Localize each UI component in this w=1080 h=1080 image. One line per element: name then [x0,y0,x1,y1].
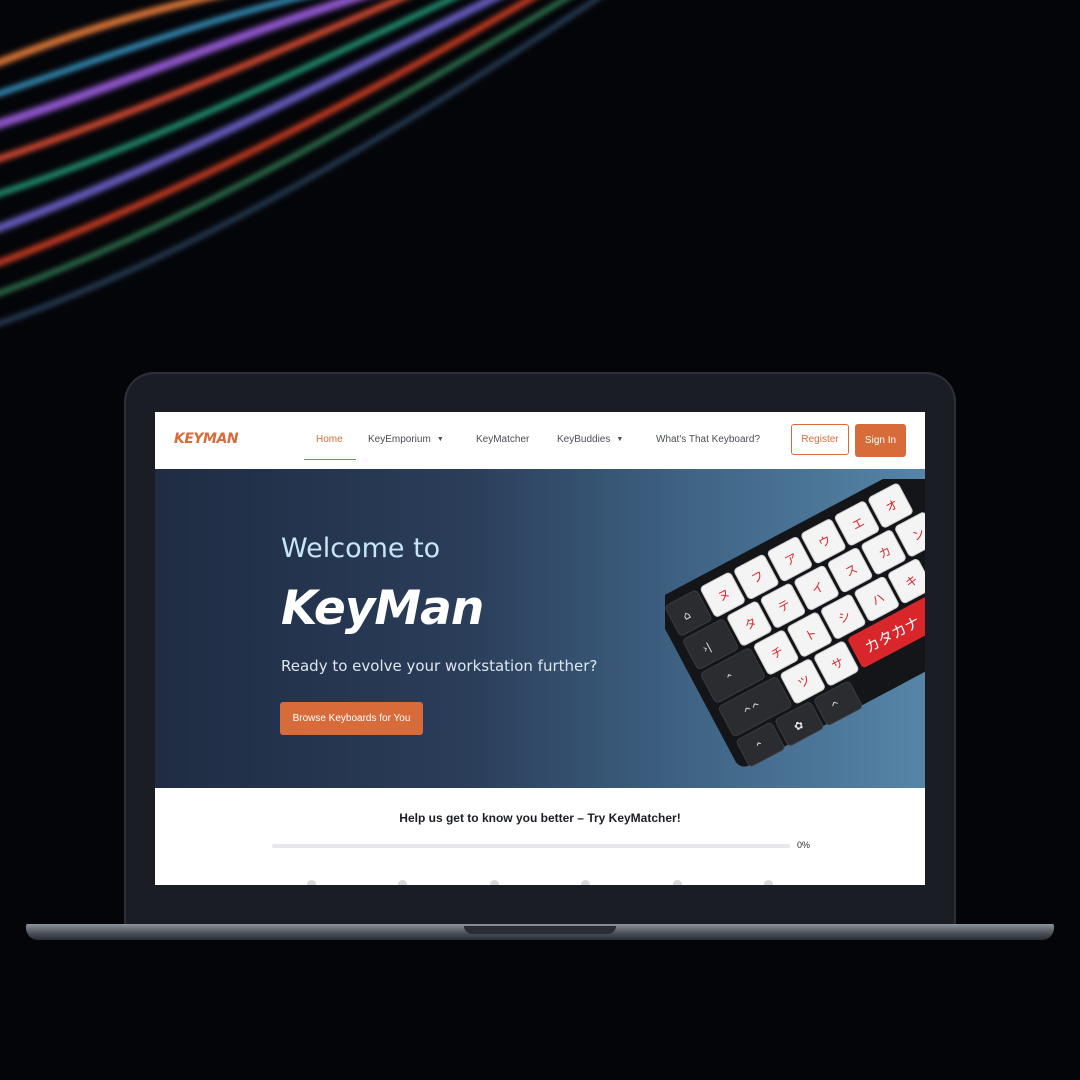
browse-keyboards-button[interactable]: Browse Keyboards for You [280,702,423,735]
hero-banner: Welcome to KeyMan Ready to evolve your w… [155,469,925,788]
nav-active-indicator [304,459,356,460]
hero-title: KeyMan [281,581,484,636]
keymatcher-progress-bar [272,844,790,848]
step-dot[interactable] [673,880,682,885]
step-dot[interactable] [398,880,407,885]
hero-subtitle: Ready to evolve your workstation further… [281,657,598,675]
register-button[interactable]: Register [791,424,849,455]
caret-down-icon: ▼ [616,436,624,443]
nav-item-keymatcher[interactable]: KeyMatcher [476,434,529,445]
keymatcher-heading: Help us get to know you better – Try Key… [399,811,681,825]
step-dot[interactable] [307,880,316,885]
nav-item-keybuddies[interactable]: KeyBuddies ▼ [557,434,623,445]
nav-item-label: Home [316,434,343,445]
nav-item-home[interactable]: Home [316,434,343,445]
progress-percent: 0% [797,840,811,850]
nav-item-label: KeyBuddies [557,434,611,445]
nav-item-label: What's That Keyboard? [656,434,761,445]
caret-down-icon: ▼ [436,436,444,443]
nav-item-label: KeyMatcher [476,434,530,445]
top-navbar: KEYMAN Home KeyEmporium ▼ KeyMatcher KeyB… [155,412,925,469]
light-streaks-image [0,0,598,325]
website-screen: KEYMAN Home KeyEmporium ▼ KeyMatcher KeyB… [155,412,925,885]
nav-item-keyemporium[interactable]: KeyEmporium ▼ [368,434,444,445]
sign-in-button[interactable]: Sign In [855,424,906,457]
step-dot[interactable] [764,880,773,885]
laptop-notch [464,926,616,934]
keyboard-image: カタカナ ヌフア ウエオ タテイ スカン チトシ ハキ ツサ ⌂›| ⌃^^ ⌃… [665,479,925,767]
nav-item-label: KeyEmporium [368,434,431,445]
step-dot[interactable] [490,880,499,885]
keyman-logo[interactable]: KEYMAN [174,431,239,447]
hero-welcome-text: Welcome to [281,533,441,564]
nav-item-whats-that-keyboard[interactable]: What's That Keyboard? [656,434,760,445]
step-dot[interactable] [581,880,590,885]
